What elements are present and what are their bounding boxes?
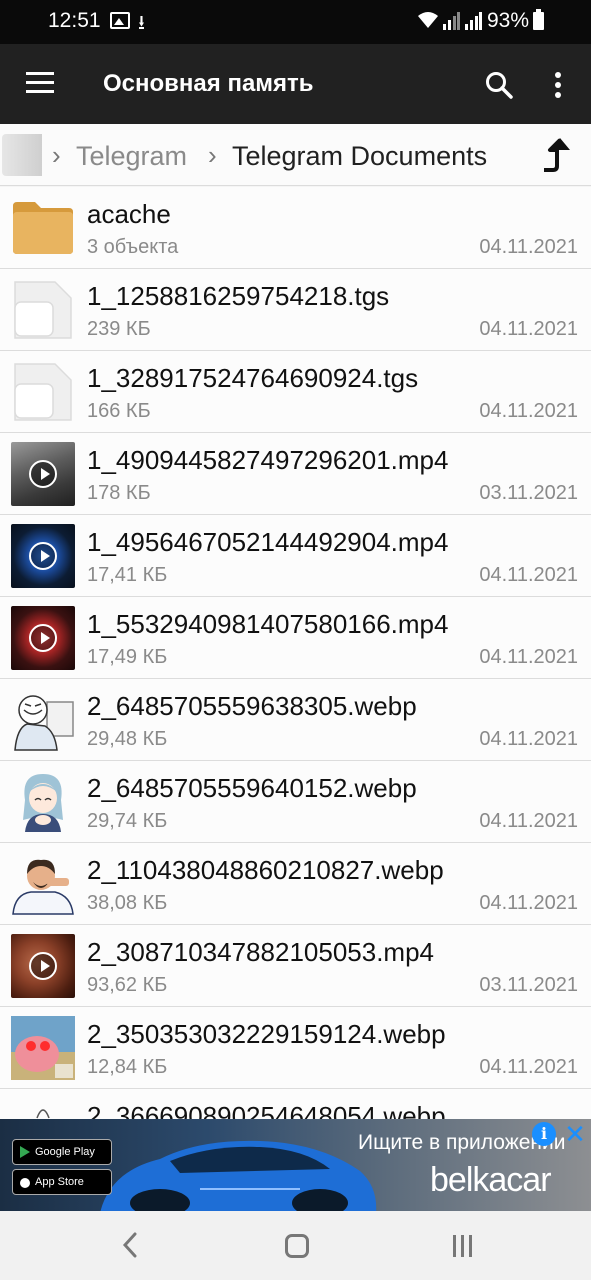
file-date: 04.11.2021 [479, 564, 578, 586]
list-item[interactable]: 2_110438048860210827.webp 38,08 КБ 04.11… [0, 843, 591, 925]
storage-icon[interactable] [2, 134, 42, 176]
wifi-icon [418, 12, 438, 28]
file-name: acache [87, 199, 171, 229]
file-meta: 29,48 КБ [87, 728, 168, 750]
file-date: 04.11.2021 [479, 1056, 578, 1078]
file-name: 2_6485705559638305.webp [87, 691, 417, 721]
play-icon [29, 542, 57, 570]
info-icon[interactable]: i [532, 1122, 556, 1146]
file-meta: 3 объекта [87, 236, 179, 258]
signal-icon [465, 12, 482, 30]
file-name: 2_308710347882105053.mp4 [87, 937, 435, 967]
video-thumbnail [11, 934, 75, 998]
list-item[interactable]: 1_4909445827497296201.mp4 178 КБ 03.11.2… [0, 433, 591, 515]
file-meta: 17,41 КБ [87, 564, 168, 586]
chevron-right-icon: › [208, 140, 217, 170]
file-meta: 93,62 КБ [87, 974, 168, 996]
file-meta: 17,49 КБ [87, 646, 168, 668]
video-thumbnail [11, 606, 75, 670]
google-play-label: Google Play [35, 1146, 95, 1158]
video-thumbnail [11, 442, 75, 506]
list-item[interactable]: 1_328917524764690924.tgs 166 КБ 04.11.20… [0, 351, 591, 433]
ad-banner[interactable]: Google Play App Store Ищите в приложении… [0, 1119, 591, 1211]
file-date: 03.11.2021 [479, 482, 578, 504]
file-list: acache 3 объекта 04.11.2021 1_1258816259… [0, 187, 591, 1119]
list-item[interactable]: 1_5532940981407580166.mp4 17,49 КБ 04.11… [0, 597, 591, 679]
image-icon [110, 12, 130, 29]
file-date: 04.11.2021 [479, 728, 578, 750]
sticker-thumbnail [11, 1016, 75, 1080]
download-icon: ⭳ [138, 12, 145, 34]
app-bar: Основная память [0, 44, 591, 124]
search-icon[interactable] [484, 70, 514, 100]
breadcrumb-item-telegram[interactable]: Telegram [76, 141, 187, 172]
file-date: 03.11.2021 [479, 974, 578, 996]
car-image [100, 1140, 377, 1211]
back-icon[interactable] [120, 1231, 140, 1259]
screen: 12:51 ⭳ 93% Основная память › Telegram ›… [0, 0, 591, 1280]
sticker-thumbnail [12, 859, 74, 915]
file-date: 04.11.2021 [479, 318, 578, 340]
file-name: 1_5532940981407580166.mp4 [87, 609, 449, 639]
file-name: 1_328917524764690924.tgs [87, 363, 419, 393]
breadcrumb: › Telegram › Telegram Documents [0, 124, 591, 186]
file-meta: 29,74 КБ [87, 810, 168, 832]
chevron-right-icon: › [52, 140, 61, 170]
play-icon [29, 624, 57, 652]
video-thumbnail [11, 524, 75, 588]
close-icon[interactable]: ✕ [562, 1121, 588, 1147]
file-date: 04.11.2021 [479, 236, 578, 258]
document-icon [14, 363, 72, 421]
play-icon [29, 460, 57, 488]
battery-percent: 93% [487, 9, 530, 32]
recents-icon[interactable] [451, 1235, 475, 1257]
system-nav-bar [0, 1211, 591, 1280]
google-play-badge[interactable]: Google Play [12, 1139, 112, 1165]
arrow-up-icon[interactable] [540, 136, 572, 176]
play-icon [29, 952, 57, 980]
list-item[interactable]: 2_308710347882105053.mp4 93,62 КБ 03.11.… [0, 925, 591, 1007]
file-name: 2_350353032229159124.webp [87, 1019, 446, 1049]
file-name: 1_4909445827497296201.mp4 [87, 445, 449, 475]
file-date: 04.11.2021 [479, 810, 578, 832]
sticker-thumbnail [36, 1109, 50, 1119]
list-item[interactable]: 1_1258816259754218.tgs 239 КБ 04.11.2021 [0, 269, 591, 351]
folder-icon [13, 202, 73, 254]
file-date: 04.11.2021 [479, 400, 578, 422]
battery-icon [533, 9, 544, 30]
menu-icon[interactable] [26, 72, 54, 94]
list-item[interactable]: 2_6485705559638305.webp 29,48 КБ 04.11.2… [0, 679, 591, 761]
file-name: 1_1258816259754218.tgs [87, 281, 390, 311]
document-icon [14, 281, 72, 339]
file-date: 04.11.2021 [479, 892, 578, 914]
list-item[interactable]: 2_350353032229159124.webp 12,84 КБ 04.11… [0, 1007, 591, 1089]
file-meta: 12,84 КБ [87, 1056, 168, 1078]
file-date: 04.11.2021 [479, 646, 578, 668]
breadcrumb-item-current[interactable]: Telegram Documents [232, 141, 487, 172]
list-item-folder[interactable]: acache 3 объекта 04.11.2021 [0, 187, 591, 269]
list-item[interactable]: 2_366690890254648054.webp [0, 1089, 591, 1119]
file-meta: 239 КБ [87, 318, 151, 340]
sticker-thumbnail [14, 695, 74, 751]
file-meta: 38,08 КБ [87, 892, 168, 914]
file-name: 2_366690890254648054.webp [87, 1101, 446, 1119]
file-name: 2_110438048860210827.webp [87, 855, 444, 885]
ad-brand-logo: belkacar [430, 1161, 552, 1199]
status-time: 12:51 [48, 9, 101, 32]
signal-icon [443, 12, 460, 30]
home-icon[interactable] [285, 1234, 309, 1258]
file-name: 1_4956467052144492904.mp4 [87, 527, 449, 557]
app-store-badge[interactable]: App Store [12, 1169, 112, 1195]
list-item[interactable]: 2_6485705559640152.webp 29,74 КБ 04.11.2… [0, 761, 591, 843]
file-meta: 166 КБ [87, 400, 151, 422]
app-store-label: App Store [35, 1176, 84, 1188]
file-meta: 178 КБ [87, 482, 151, 504]
file-name: 2_6485705559640152.webp [87, 773, 417, 803]
status-bar: 12:51 ⭳ 93% [0, 0, 591, 44]
list-item[interactable]: 1_4956467052144492904.mp4 17,41 КБ 04.11… [0, 515, 591, 597]
sticker-thumbnail [23, 774, 63, 832]
more-icon[interactable] [550, 70, 566, 100]
page-title: Основная память [103, 70, 314, 97]
